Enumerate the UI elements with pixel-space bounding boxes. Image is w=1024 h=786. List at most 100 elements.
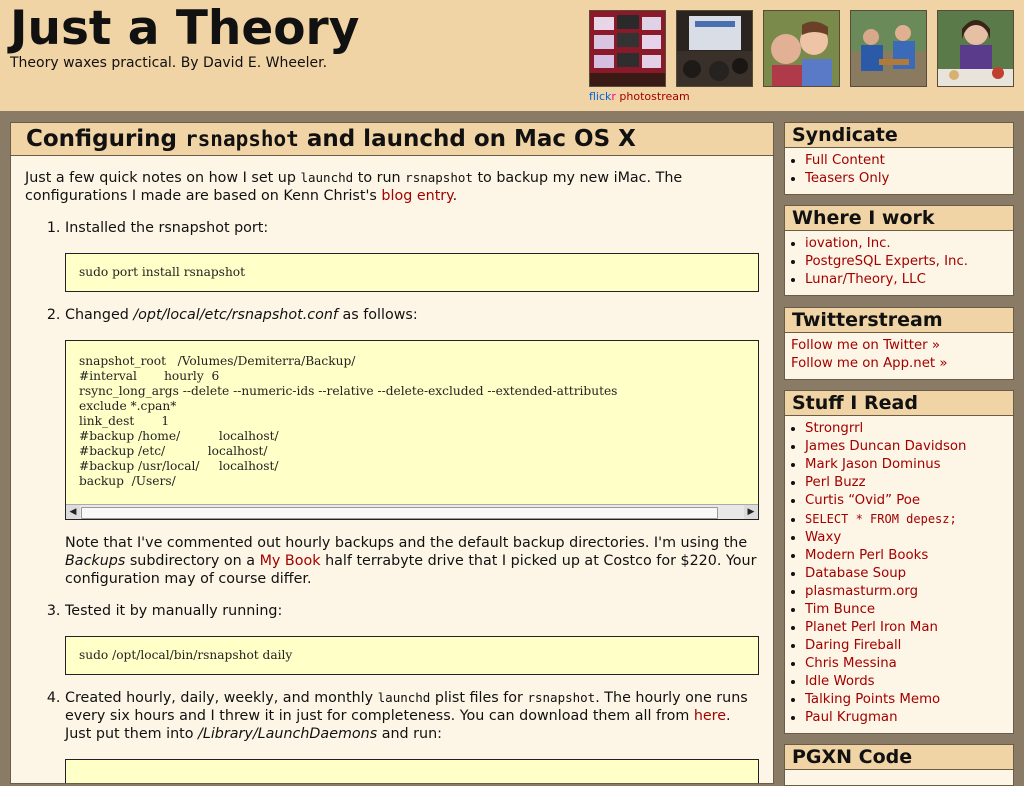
- reads-item: Mark Jason Dominus: [805, 456, 1013, 474]
- text: Created hourly, daily, weekly, and month…: [65, 690, 378, 706]
- text: plist files for: [430, 690, 528, 706]
- work-list: iovation, Inc. PostgreSQL Experts, Inc. Lu…: [785, 235, 1013, 289]
- reads-item: Chris Messina: [805, 655, 1013, 673]
- steps-list: Installed the rsnapshot port: sudo port …: [25, 219, 759, 783]
- work-item: PostgreSQL Experts, Inc.: [805, 253, 1013, 271]
- inline-code: launchd: [377, 690, 431, 705]
- reads-link[interactable]: Perl Buzz: [805, 475, 866, 490]
- twitter-item: Follow me on App.net »: [791, 355, 1013, 373]
- code-block: [65, 759, 759, 783]
- pgxn-code-heading: PGXN Code: [785, 745, 1013, 770]
- flickr-thumb-3[interactable]: [763, 10, 840, 87]
- scrollbar-thumb[interactable]: [81, 507, 718, 519]
- reads-item: Daring Fireball: [805, 637, 1013, 655]
- note-paragraph: Note that I've commented out hourly back…: [65, 534, 759, 588]
- reads-item: Idle Words: [805, 673, 1013, 691]
- intro-paragraph: Just a few quick notes on how I set up l…: [25, 169, 759, 205]
- site-title[interactable]: Just a Theory: [10, 0, 359, 58]
- reads-link[interactable]: Waxy: [805, 530, 841, 545]
- reads-item: James Duncan Davidson: [805, 438, 1013, 456]
- step-text: Installed the rsnapshot port:: [65, 220, 269, 236]
- reads-link[interactable]: plasmasturm.org: [805, 584, 918, 599]
- reads-link[interactable]: Daring Fireball: [805, 638, 901, 653]
- twitter-link[interactable]: Follow me on Twitter »: [791, 338, 940, 353]
- where-i-work-heading: Where I work: [785, 206, 1013, 231]
- config-code: snapshot_root /Volumes/Demiterra/Backup/…: [79, 354, 618, 488]
- my-book-link[interactable]: My Book: [260, 553, 321, 569]
- title-text-1: Configuring: [26, 126, 186, 152]
- twitter-item: Follow me on Twitter »: [791, 337, 1013, 355]
- syndicate-link[interactable]: Teasers Only: [805, 171, 889, 186]
- post-title[interactable]: Configuring rsnapshot and launchd on Mac…: [26, 123, 773, 155]
- text: and run:: [377, 726, 442, 742]
- site-tagline: Theory waxes practical. By David E. Whee…: [10, 55, 328, 71]
- twitterstream-box: Twitterstream Follow me on Twitter » Foll…: [784, 307, 1014, 380]
- reads-link[interactable]: Chris Messina: [805, 656, 897, 671]
- reads-link[interactable]: Tim Bunce: [805, 602, 875, 617]
- flickr-thumb-2[interactable]: [676, 10, 753, 87]
- syndicate-heading: Syndicate: [785, 123, 1013, 148]
- reads-link[interactable]: James Duncan Davidson: [805, 439, 966, 454]
- flickr-brand-flick: flick: [589, 90, 612, 103]
- flickr-photostream-link[interactable]: flickr photostream: [589, 90, 690, 103]
- text: to run: [353, 170, 406, 186]
- main-content: Configuring rsnapshot and launchd on Mac…: [10, 122, 774, 784]
- text: Note that I've commented out hourly back…: [65, 535, 748, 551]
- title-text-2: and launchd on Mac OS X: [298, 126, 636, 152]
- step-text: Created hourly, daily, weekly, and month…: [65, 689, 759, 743]
- reads-link[interactable]: Paul Krugman: [805, 710, 898, 725]
- text: as follows:: [337, 307, 418, 323]
- syndicate-item: Teasers Only: [805, 170, 1013, 188]
- post-body: Just a few quick notes on how I set up l…: [11, 156, 773, 783]
- twitter-link[interactable]: Follow me on App.net »: [791, 356, 947, 371]
- twitterstream-heading: Twitterstream: [785, 308, 1013, 333]
- syndicate-item: Full Content: [805, 152, 1013, 170]
- text: Backups: [65, 553, 126, 569]
- text: .: [452, 188, 458, 204]
- step-item: Installed the rsnapshot port: sudo port …: [65, 219, 759, 292]
- work-link[interactable]: Lunar/Theory, LLC: [805, 272, 926, 287]
- photostream-label[interactable]: photostream: [616, 90, 689, 103]
- reads-link[interactable]: Mark Jason Dominus: [805, 457, 941, 472]
- reads-item: Curtis “Ovid” Poe: [805, 492, 1013, 510]
- code-block: sudo port install rsnapshot: [65, 253, 759, 292]
- reads-item: Waxy: [805, 529, 1013, 547]
- scroll-right-icon[interactable]: ▶: [744, 505, 758, 519]
- reads-link[interactable]: Curtis “Ovid” Poe: [805, 493, 920, 508]
- reads-item: Tim Bunce: [805, 601, 1013, 619]
- flickr-thumb-5[interactable]: [937, 10, 1014, 87]
- reads-list: Strongrrl James Duncan Davidson Mark Jason…: [785, 420, 1013, 727]
- reads-link[interactable]: Idle Words: [805, 674, 875, 689]
- pgxn-code-box: PGXN Code: [784, 744, 1014, 786]
- scroll-left-icon[interactable]: ◀: [66, 505, 80, 519]
- reads-link[interactable]: Database Soup: [805, 566, 906, 581]
- horizontal-scrollbar[interactable]: ◀ ▶: [66, 504, 758, 519]
- reads-link[interactable]: Strongrrl: [805, 421, 863, 436]
- text: Changed: [65, 307, 134, 323]
- flickr-thumb-1[interactable]: [589, 10, 666, 87]
- syndicate-link[interactable]: Full Content: [805, 153, 885, 168]
- text: subdirectory on a: [125, 553, 260, 569]
- blog-entry-link[interactable]: blog entry: [381, 188, 452, 204]
- syndicate-list: Full Content Teasers Only: [785, 152, 1013, 188]
- download-here-link[interactable]: here: [694, 708, 726, 724]
- reads-item: Planet Perl Iron Man: [805, 619, 1013, 637]
- syndicate-box: Syndicate Full Content Teasers Only: [784, 122, 1014, 195]
- code-block: sudo /opt/local/bin/rsnapshot daily: [65, 636, 759, 675]
- reads-link[interactable]: Planet Perl Iron Man: [805, 620, 938, 635]
- work-link[interactable]: iovation, Inc.: [805, 236, 891, 251]
- reads-link[interactable]: Talking Points Memo: [805, 692, 940, 707]
- work-link[interactable]: PostgreSQL Experts, Inc.: [805, 254, 968, 269]
- work-item: Lunar/Theory, LLC: [805, 271, 1013, 289]
- config-code-block[interactable]: snapshot_root /Volumes/Demiterra/Backup/…: [65, 340, 759, 520]
- flickr-thumb-4[interactable]: [850, 10, 927, 87]
- inline-code: rsnapshot: [405, 170, 473, 185]
- reads-link[interactable]: Modern Perl Books: [805, 548, 928, 563]
- reads-item: Talking Points Memo: [805, 691, 1013, 709]
- reads-item: Strongrrl: [805, 420, 1013, 438]
- file-path: /opt/local/etc/rsnapshot.conf: [133, 307, 338, 323]
- reads-link[interactable]: SELECT * FROM depesz;: [805, 512, 957, 526]
- reads-item: plasmasturm.org: [805, 583, 1013, 601]
- step-text: Changed /opt/local/etc/rsnapshot.conf as…: [65, 306, 759, 324]
- file-path: /Library/LaunchDaemons: [198, 726, 378, 742]
